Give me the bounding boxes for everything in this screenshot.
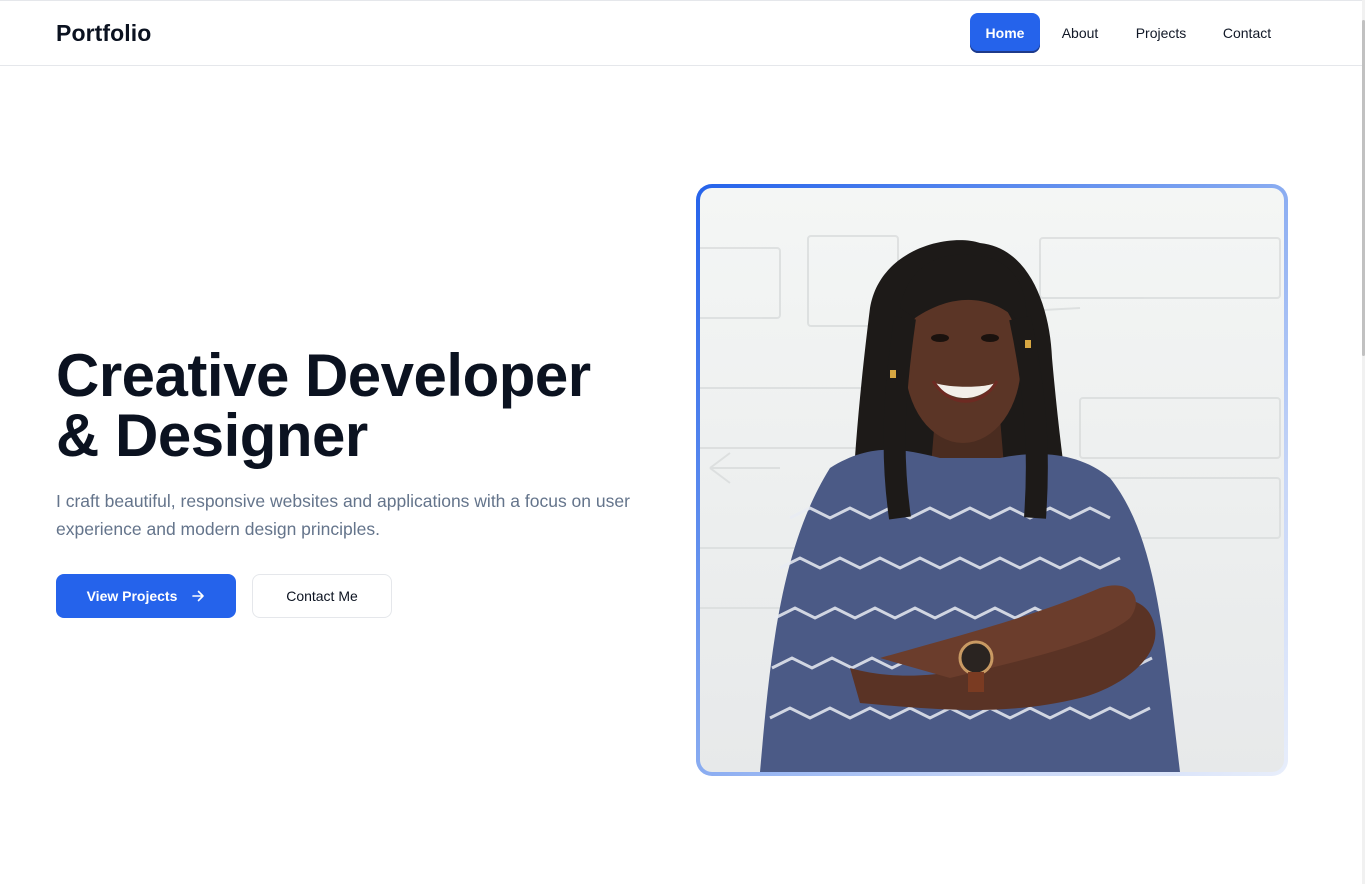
page: Portfolio Home About Projects Contact Cr…	[0, 0, 1365, 884]
brand-logo[interactable]: Portfolio	[56, 20, 151, 47]
nav-home[interactable]: Home	[970, 13, 1040, 53]
portrait-illustration	[700, 235, 1281, 772]
arrow-right-icon	[192, 590, 205, 602]
view-projects-button[interactable]: View Projects	[56, 574, 236, 618]
nav-about[interactable]: About	[1040, 13, 1120, 53]
view-projects-label: View Projects	[86, 588, 178, 604]
site-header: Portfolio Home About Projects Contact	[0, 0, 1362, 66]
contact-me-button[interactable]: Contact Me	[252, 574, 392, 618]
contact-me-label: Contact Me	[286, 588, 358, 604]
hero-image-frame	[696, 184, 1288, 776]
nav-projects[interactable]: Projects	[1120, 13, 1202, 53]
hero-subtitle: I craft beautiful, responsive websites a…	[56, 491, 630, 539]
nav-contact[interactable]: Contact	[1202, 13, 1292, 53]
main-nav: Home About Projects Contact	[970, 13, 1292, 53]
hero-portrait-photo	[700, 188, 1284, 772]
hero-title-line-2: & Designer	[56, 402, 368, 469]
hero-title-line-1: Creative Developer	[56, 342, 591, 409]
hero-title: Creative Developer & Designer	[56, 346, 676, 466]
